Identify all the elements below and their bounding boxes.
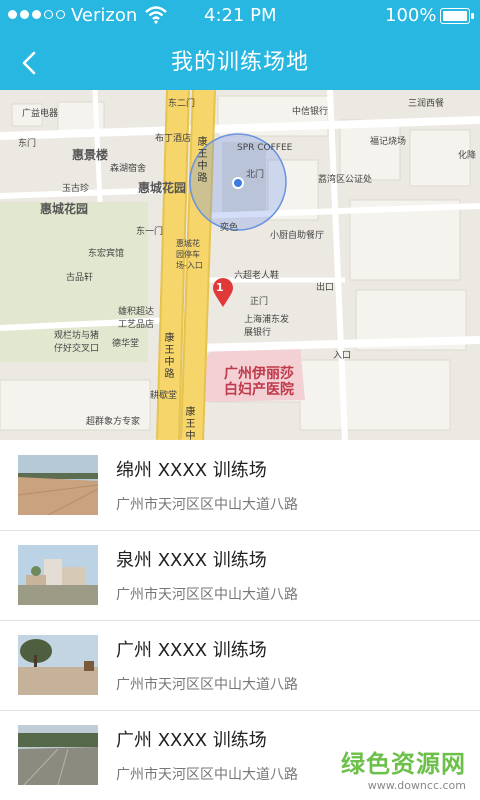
road-label: 康王中路 xyxy=(183,406,194,440)
map-label: 小厨自助餐厅 xyxy=(270,231,325,241)
venue-thumbnail xyxy=(18,455,98,515)
map-label: 化降 xyxy=(458,151,477,161)
map-label: 出口 xyxy=(316,283,335,293)
venue-address: 广州市天河区区中山大道八路 xyxy=(116,497,298,513)
watermark-name: 绿色资源网 xyxy=(341,750,466,778)
battery-percent: 100% xyxy=(385,5,437,26)
map-label: 三润西餐 xyxy=(408,99,445,109)
list-item[interactable]: 泉州 XXXX 训练场 广州市天河区区中山大道八路 xyxy=(0,530,480,621)
clock: 4:21 PM xyxy=(204,5,277,26)
status-bar: Verizon 4:21 PM 100% xyxy=(0,0,480,34)
watermark: 绿色资源网 www.downcc.com xyxy=(341,744,466,792)
top-bar: Verizon 4:21 PM 100% 我的训练场地 xyxy=(0,0,480,90)
page-title: 我的训练场地 xyxy=(170,50,309,75)
road-label: 康王中路 xyxy=(162,332,173,380)
venue-address: 广州市天河区区中山大道八路 xyxy=(116,767,298,783)
map-label: 东一门 xyxy=(136,227,164,237)
watermark-url: www.downcc.com xyxy=(367,779,466,792)
map-label: 上海浦东发展银行 xyxy=(244,315,290,338)
list-item[interactable]: 绵州 XXXX 训练场 广州市天河区区中山大道八路 xyxy=(0,440,480,531)
venue-thumbnail xyxy=(18,725,98,785)
map-label: 古品轩 xyxy=(66,273,94,283)
venue-name: 泉州 XXXX 训练场 xyxy=(116,550,267,571)
wifi-icon xyxy=(145,6,167,24)
venue-name: 广州 XXXX 训练场 xyxy=(116,730,267,751)
hospital-label: 广州伊丽莎白妇产医院 xyxy=(224,366,294,398)
venue-address: 广州市天河区区中山大道八路 xyxy=(116,677,298,693)
venue-name: 广州 XXXX 训练场 xyxy=(116,640,267,661)
map-label: SPR COFFEE xyxy=(237,143,293,153)
map-label: 森湖宿舍 xyxy=(110,164,147,174)
map-label: 雄积超达工艺品店 xyxy=(118,307,155,330)
signal-strength-icon xyxy=(8,10,65,19)
map-label: 耕歇堂 xyxy=(150,391,178,401)
map-label: 观栏坊与猪仔好交叉口 xyxy=(54,331,100,354)
venue-thumbnail xyxy=(18,635,98,695)
map-label: 惠城花园停车场-入口 xyxy=(176,239,203,270)
battery-icon xyxy=(440,8,474,24)
map-label: 惠城花园 xyxy=(138,181,187,195)
road-label: 康王中路 xyxy=(195,136,206,184)
map-label: 入口 xyxy=(333,351,352,361)
map-label: 奕色 xyxy=(220,223,239,233)
venue-address: 广州市天河区区中山大道八路 xyxy=(116,587,298,603)
map-label: 惠城花园 xyxy=(40,202,89,216)
map-label: 惠景楼 xyxy=(72,148,109,162)
map-label: 六超老人鞋 xyxy=(234,271,280,281)
map-label: 中信银行 xyxy=(292,107,329,117)
map-label: 东门 xyxy=(18,139,37,149)
map-label: 布丁酒店 xyxy=(155,134,192,144)
venue-thumbnail xyxy=(18,545,98,605)
map-label: 正门 xyxy=(250,297,269,307)
map-label: 玉古珍 xyxy=(62,184,90,194)
map-label: 东二门 xyxy=(168,99,196,109)
map-view[interactable]: 1 广益电器 东门 东二门 布丁酒店 中信银行 三润西餐 惠景楼 森湖宿舍 SP… xyxy=(0,90,480,440)
map-label: 东宏宾馆 xyxy=(88,249,125,259)
map-label: 广益电器 xyxy=(22,109,59,119)
map-label: 北门 xyxy=(246,170,265,180)
map-label: 福记烧场 xyxy=(370,137,407,147)
map-pin-number: 1 xyxy=(216,281,224,294)
map-label: 荔湾区公证处 xyxy=(318,175,373,185)
carrier-label: Verizon xyxy=(71,5,138,26)
venue-name: 绵州 XXXX 训练场 xyxy=(116,460,267,481)
list-item[interactable]: 广州 XXXX 训练场 广州市天河区区中山大道八路 xyxy=(0,620,480,711)
map-label: 德华堂 xyxy=(112,339,140,349)
map-label: 超群象方专家 xyxy=(86,417,141,427)
